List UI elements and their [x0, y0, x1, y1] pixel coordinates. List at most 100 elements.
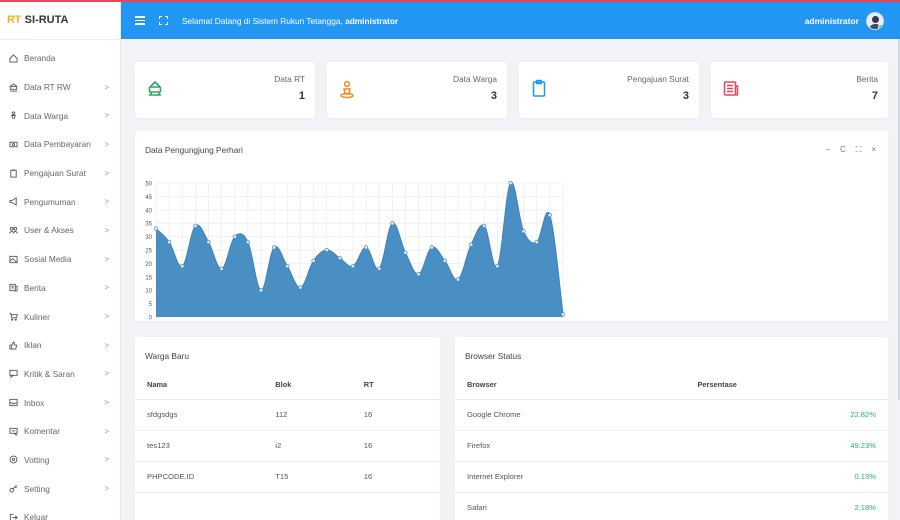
col-header-blok: Blok [275, 371, 364, 400]
chevron-right-icon: > [104, 426, 109, 436]
data-point [429, 245, 434, 250]
clipboard-icon [531, 78, 547, 100]
sidebar-item-pengajuan-surat[interactable]: Pengajuan Surat > [0, 159, 120, 188]
thumb-icon [8, 340, 18, 350]
data-point [508, 180, 513, 186]
sidebar-item-data-rt-rw[interactable]: Data RT RW > [0, 73, 120, 102]
fullscreen-icon[interactable] [159, 16, 168, 25]
data-point [153, 226, 159, 231]
chat-icon [8, 369, 18, 379]
news-icon [8, 283, 18, 293]
data-point [521, 229, 526, 234]
y-tick-label: 45 [145, 195, 152, 201]
sidebar-item-beranda[interactable]: Beranda [0, 44, 120, 73]
data-point [495, 263, 500, 269]
news-icon [723, 78, 739, 100]
sidebar-item-label: Data Pembayaran [24, 139, 91, 150]
chevron-right-icon: > [104, 139, 109, 149]
cell-browser: Google Chrome [455, 399, 698, 431]
person-icon [339, 78, 355, 100]
brand-name: SI-RUTA [24, 13, 69, 26]
sidebar-item-setting[interactable]: Setting > [0, 474, 120, 503]
stat-card-berita[interactable]: Berita 7 [711, 62, 888, 118]
cell-percentage: 22.82% [697, 399, 888, 431]
chevron-right-icon: > [104, 484, 109, 494]
browser-card-title: Browser Status [465, 351, 522, 361]
table-row[interactable]: Google Chrome 22.82% [455, 399, 888, 431]
top-header: Selamat Datang di Sistem Rukun Tetangga,… [121, 2, 900, 39]
sidebar-item-berita[interactable]: Berita > [0, 274, 120, 303]
users-icon [8, 225, 18, 235]
avatar[interactable] [866, 11, 884, 30]
sidebar-item-user-akses[interactable]: User & Akses > [0, 216, 120, 245]
welcome-prefix: Selamat Datang di Sistem Rukun Tetangga, [182, 15, 343, 26]
sidebar-item-komentar[interactable]: Komentar > [0, 417, 120, 446]
sidebar-item-label: Pengumuman [24, 196, 76, 207]
stat-label: Berita [856, 74, 878, 84]
cell-percentage: 2.18% [697, 492, 888, 520]
stat-card-data-warga[interactable]: Data Warga 3 [327, 62, 507, 118]
username: administrator [804, 15, 859, 26]
money-icon [8, 139, 18, 149]
sidebar-item-data-warga[interactable]: Data Warga > [0, 101, 120, 130]
data-point [403, 250, 408, 255]
data-point [258, 288, 264, 293]
visitor-chart-card: Data Pengungjung Perhari – C ⛶ × 0 5 10 15 2… [135, 131, 888, 321]
cell-rt: 16 [363, 430, 440, 462]
data-point [232, 234, 237, 239]
col-header-nama: Nama [135, 371, 276, 400]
building-icon [8, 82, 18, 92]
data-point [180, 263, 185, 269]
cell-nama: sfdgsdgs [135, 399, 276, 431]
y-tick-label: 10 [145, 289, 152, 295]
user-menu[interactable]: administrator [804, 11, 884, 30]
y-tick-label: 15 [145, 275, 152, 281]
sidebar-item-iklan[interactable]: Iklan > [0, 331, 120, 360]
col-header-persentase: Persentase [697, 371, 888, 400]
table-row[interactable]: PHPCODE.ID T15 16 [135, 461, 440, 493]
table-row[interactable]: sfdgsdgs 112 16 [135, 399, 440, 431]
cell-blok: 112 [275, 399, 364, 431]
data-point [311, 258, 316, 263]
cell-percentage: 0.13% [697, 461, 888, 493]
sidebar-item-votting[interactable]: Votting > [0, 446, 120, 475]
sidebar-item-inbox[interactable]: Inbox > [0, 388, 120, 417]
welcome-user: administrator [345, 15, 399, 26]
chevron-right-icon: > [104, 225, 109, 235]
brand[interactable]: RT SI-RUTA [0, 0, 120, 40]
sidebar-item-keluar[interactable]: Keluar [0, 503, 120, 520]
data-point [468, 242, 474, 247]
sidebar-item-data-pembayaran[interactable]: Data Pembayaran > [0, 130, 120, 159]
chevron-right-icon: > [104, 340, 109, 350]
sidebar-item-label: User & Akses [24, 225, 74, 236]
sidebar-item-label: Berita [24, 282, 46, 293]
stat-card-pengajuan-surat[interactable]: Pengajuan Surat 3 [519, 62, 699, 118]
vote-icon [8, 455, 18, 465]
table-row[interactable]: Firefox 49.23% [455, 430, 888, 462]
sidebar-item-kritik-saran[interactable]: Kritik & Saran > [0, 360, 120, 389]
inbox-icon [8, 398, 18, 408]
table-row[interactable]: Internet Explorer 0.13% [455, 461, 888, 493]
welcome-message: Selamat Datang di Sistem Rukun Tetangga,… [182, 16, 398, 26]
person-icon [8, 111, 18, 121]
sidebar-item-label: Kritik & Saran [24, 368, 75, 379]
menu-toggle-icon[interactable] [135, 16, 145, 25]
warga-card-title: Warga Baru [145, 351, 189, 361]
home-icon [8, 53, 18, 63]
sidebar-item-kuliner[interactable]: Kuliner > [0, 302, 120, 331]
chevron-right-icon: > [104, 312, 109, 322]
sidebar-item-pengumuman[interactable]: Pengumuman > [0, 187, 120, 216]
sidebar-item-sosial-media[interactable]: Sosial Media > [0, 245, 120, 274]
sidebar-item-label: Komentar [24, 426, 60, 437]
y-tick-label: 5 [149, 302, 153, 308]
stat-label: Pengajuan Surat [627, 74, 689, 84]
y-tick-label: 50 [145, 182, 152, 188]
chevron-right-icon: > [104, 82, 109, 92]
stat-card-data-rt[interactable]: Data RT 1 [135, 62, 315, 118]
data-point [363, 245, 369, 250]
table-row[interactable]: tes123 i2 16 [135, 430, 440, 462]
cell-browser: Internet Explorer [455, 461, 698, 493]
table-row[interactable]: Safari 2.18% [455, 492, 888, 520]
online-status-dot [878, 23, 883, 29]
cell-blok: T15 [275, 461, 364, 493]
